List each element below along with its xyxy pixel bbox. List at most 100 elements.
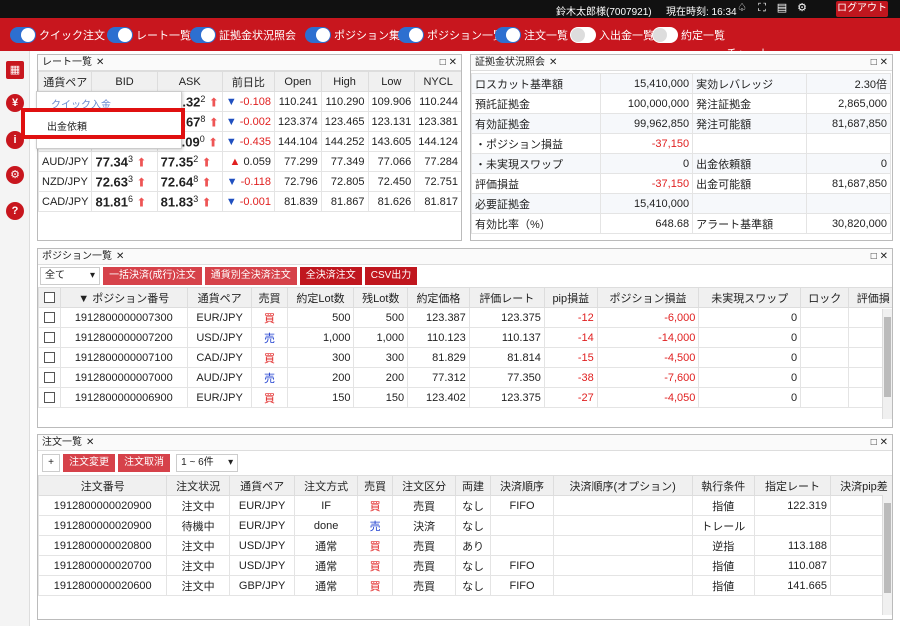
bid-rate[interactable]: 81.816 ⬆	[91, 191, 158, 212]
row-checkbox[interactable]	[43, 312, 55, 324]
table-row[interactable]: 1912800000020700 注文中 USD/JPY 通常買売買 なし FIFO 指値 1…	[38, 555, 892, 576]
margin-label: ・未実現スワップ	[471, 153, 601, 174]
rate-row[interactable]: CAD/JPY 81.816 ⬆ 81.833 ⬆ ▼ -0.001 81.839 81.…	[38, 191, 461, 212]
bid-rate[interactable]: 72.633 ⬆	[91, 171, 158, 192]
toggle-2[interactable]: 証拠金状況照会	[190, 27, 296, 43]
row-checkbox-cell[interactable]	[38, 387, 61, 408]
column-header[interactable]	[38, 287, 61, 308]
trade-side: 買	[356, 575, 394, 596]
column-header: Low	[367, 71, 416, 92]
order-action-button[interactable]: 注文変更	[63, 454, 116, 472]
table-row[interactable]: 1912800000007300 EUR/JPY 買 500 500 123.387 123…	[38, 307, 892, 328]
margin-label: 有効証拠金	[471, 113, 601, 134]
table-row[interactable]: 1912800000020900 待機中 EUR/JPY done 売決済 なし トレール	[38, 515, 892, 536]
toggle-switch[interactable]	[10, 27, 36, 43]
toggle-switch[interactable]	[398, 27, 424, 43]
table-row[interactable]: 1912800000020900 注文中 EUR/JPY IF 買売買 なし FIFO 指値 1…	[38, 495, 892, 516]
table-row[interactable]: 1912800000006900 EUR/JPY 買 150 150 123.402 123…	[38, 387, 892, 408]
specified-rate: 122.319	[754, 495, 831, 516]
logout-button[interactable]: ログアウト	[836, 1, 888, 17]
high-value: 72.805	[320, 171, 369, 192]
specified-rate: 110.087	[754, 555, 831, 576]
margin-status-panel: 証拠金状況照会 ✕ □ ✕ ロスカット基準額 15,410,000 実効レバレッジ 2.…	[470, 54, 893, 241]
rate-row[interactable]: NZD/JPY 72.633 ⬆ 72.648 ⬆ ▼ -0.118 72.796 72.…	[38, 171, 461, 192]
close-icon[interactable]: ✕	[549, 57, 557, 68]
open-value: 144.104	[273, 131, 322, 152]
execution-condition: 逆指	[691, 535, 756, 556]
close-icon[interactable]: ✕	[86, 437, 94, 448]
row-checkbox[interactable]	[43, 352, 55, 364]
window-controls[interactable]: □ ✕	[871, 249, 888, 264]
toggle-5[interactable]: 注文一覧	[495, 27, 568, 43]
row-checkbox[interactable]	[43, 392, 55, 404]
table-row[interactable]: 1912800000020600 注文中 GBP/JPY 通常買売買 なし FIFO 指値 1…	[38, 575, 892, 596]
settlement-order-option	[552, 575, 693, 596]
row-checkbox-cell[interactable]	[38, 327, 61, 348]
toggle-switch[interactable]	[652, 27, 678, 43]
position-action-button[interactable]: 一括決済(成行)注文	[103, 267, 202, 285]
help-icon[interactable]: ?	[6, 202, 24, 220]
position-action-button[interactable]: CSV出力	[364, 267, 418, 285]
down-triangle-icon: ▼	[225, 115, 240, 128]
ask-rate[interactable]: 81.833 ⬆	[156, 191, 223, 212]
position-id: 1912800000007100	[59, 347, 188, 368]
window-controls[interactable]: □ ✕	[871, 55, 888, 70]
save-icon[interactable]: ▦	[6, 61, 24, 79]
order-range-select[interactable]: 1 ~ 6件 ▾	[176, 454, 239, 472]
toggle-switch[interactable]	[107, 27, 133, 43]
fullscreen-icon[interactable]: ⛶	[756, 2, 768, 14]
order-action-button[interactable]: 注文取消	[118, 454, 171, 472]
table-row[interactable]: 1912800000007200 USD/JPY 売 1,000 1,000 110.12…	[38, 327, 892, 348]
margin-value: 15,410,000	[599, 73, 694, 94]
settlement-order: FIFO	[490, 575, 554, 596]
row-checkbox-cell[interactable]	[38, 367, 61, 388]
rate-row[interactable]: AUD/JPY 77.343 ⬆ 77.352 ⬆ ▲ 0.059 77.299 77.3…	[38, 151, 461, 172]
withdrawal-request-menu-item[interactable]: 出金依頼	[21, 108, 185, 139]
nycl-value: 72.751	[414, 171, 461, 192]
margin-value	[805, 133, 892, 154]
row-checkbox[interactable]	[43, 332, 55, 344]
toggle-6[interactable]: 入出金一覧	[570, 27, 654, 43]
table-row[interactable]: 1912800000007100 CAD/JPY 買 300 300 81.829 81.8…	[38, 347, 892, 368]
position-id: 1912800000007300	[59, 307, 188, 328]
window-controls[interactable]: □ ✕	[871, 435, 888, 450]
toggle-1[interactable]: レート一覧	[107, 27, 191, 43]
toggle-switch[interactable]	[495, 27, 521, 43]
column-header: 両建	[454, 475, 492, 496]
change-cell: ▼ -0.001	[221, 191, 275, 212]
table-row[interactable]: 1912800000007000 AUD/JPY 売 200 200 77.312 77.3…	[38, 367, 892, 388]
unrealized-swap: 0	[698, 367, 802, 388]
row-checkbox[interactable]	[43, 372, 55, 384]
column-header: 通貨ペア	[228, 475, 296, 496]
toggle-4[interactable]: ポジション一覧	[398, 27, 504, 43]
order-scrollbar[interactable]	[882, 495, 892, 615]
add-button[interactable]: +	[42, 454, 60, 472]
toggle-3[interactable]: ポジション集計	[305, 27, 411, 43]
ask-rate[interactable]: 77.352 ⬆	[156, 151, 223, 172]
bell-icon[interactable]: ♤	[736, 2, 748, 14]
toggle-7[interactable]: 約定一覧	[652, 27, 725, 43]
row-checkbox-cell[interactable]	[38, 347, 61, 368]
document-icon[interactable]: ▤	[776, 2, 788, 14]
toggle-switch[interactable]	[190, 27, 216, 43]
gear-icon[interactable]: ⚙	[6, 166, 24, 184]
bid-rate[interactable]: 77.343 ⬆	[91, 151, 158, 172]
position-scrollbar[interactable]	[882, 309, 892, 419]
row-checkbox-cell[interactable]	[38, 307, 61, 328]
gear-icon[interactable]: ⚙	[796, 2, 808, 14]
window-controls[interactable]: □ ✕	[440, 55, 457, 70]
toggle-0[interactable]: クイック注文	[10, 27, 105, 43]
position-action-button[interactable]: 全決済注文	[299, 267, 362, 285]
select-all-checkbox[interactable]	[43, 292, 55, 304]
low-value: 123.131	[367, 111, 416, 132]
column-header[interactable]: ▼ ポジション番号	[59, 287, 188, 308]
close-icon[interactable]: ✕	[96, 57, 104, 68]
close-icon[interactable]: ✕	[116, 251, 124, 262]
position-action-button[interactable]: 通貨別全決済注文	[204, 267, 297, 285]
position-filter-select[interactable]: 全て ▾	[40, 267, 100, 285]
toggle-switch[interactable]	[305, 27, 331, 43]
toggle-switch[interactable]	[570, 27, 596, 43]
ask-rate[interactable]: 72.648 ⬆	[156, 171, 223, 192]
table-row[interactable]: 1912800000020800 注文中 USD/JPY 通常買売買 あり 逆指 113.1…	[38, 535, 892, 556]
margin-value: -37,150	[599, 173, 694, 194]
